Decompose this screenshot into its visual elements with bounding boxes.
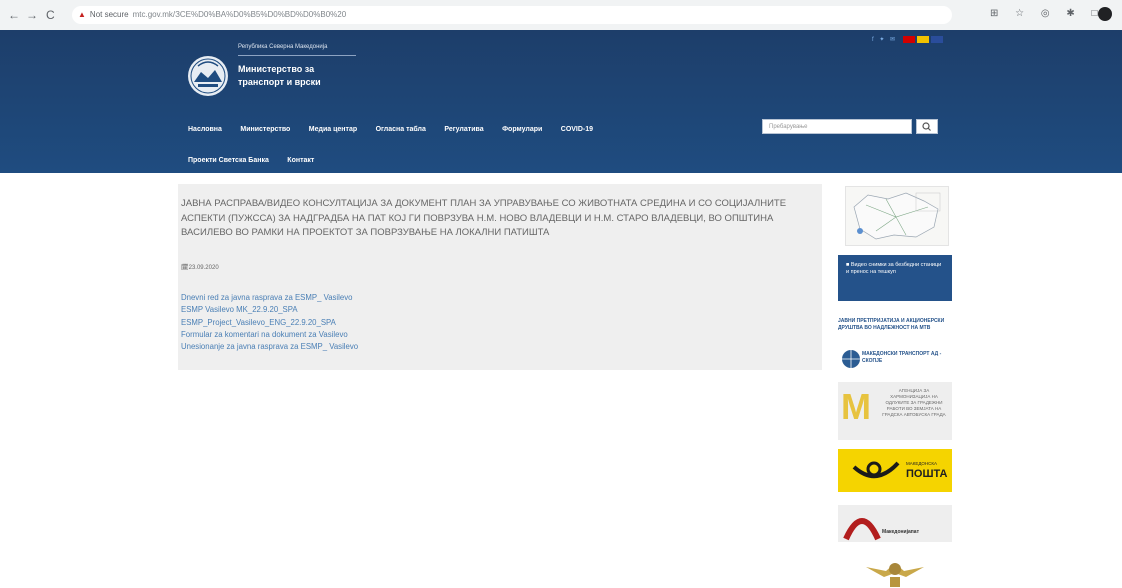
menu-item-home[interactable]: Насловна: [188, 126, 222, 133]
document-link[interactable]: ESMP Vasilevo MK_22.9.20_SPA: [181, 304, 358, 316]
coat-of-arms-icon[interactable]: [186, 52, 230, 98]
url-text: mtc.gov.mk/ЗСЕ%D0%BA%D0%B5%D0%BD%D0%B0%2…: [132, 10, 347, 19]
social-icons[interactable]: f ✦ ✉: [872, 37, 897, 43]
browser-toolbar: ← → C ▲ Not secure mtc.gov.mk/ЗСЕ%D0%BA%D0…: [0, 0, 1122, 31]
menu-item-forms[interactable]: Формулари: [502, 126, 542, 133]
document-link[interactable]: Formular za komentari na dokument za Vas…: [181, 329, 358, 341]
transport-logo[interactable]: МАКЕДОНСКИ ТРАНСПОРТ АД - СКОПЈЕ: [838, 347, 952, 371]
agency-logo[interactable]: M АГЕНЦИЈА ЗА ХАРМОНИЗАЦИЈА НА ОДЛУКИТЕ …: [838, 382, 952, 440]
document-list: Dnevni red za javna rasprava za ESMP_ Va…: [181, 292, 358, 353]
enterprises-heading: ЈАВНИ ПРЕТПРИЈАТИЈА И АКЦИОНЕРСКИ ДРУШТВ…: [838, 318, 945, 331]
search-input[interactable]: Пребарување: [762, 119, 912, 134]
warning-icon: ▲: [78, 10, 86, 19]
republic-label: Република Северна Македонија: [238, 44, 328, 50]
search-icon: [922, 122, 931, 131]
video-camera-icon: ■: [846, 262, 850, 268]
site-header: Република Северна Македонија Министерств…: [0, 30, 1122, 173]
extension-icons[interactable]: ⊞ ☆ ◎ ✱ □: [990, 8, 1105, 19]
road-map-thumbnail[interactable]: [845, 186, 949, 246]
menu-item-covid[interactable]: COVID-19: [561, 126, 593, 133]
menu-item-world-bank[interactable]: Проекти Светска Банка: [188, 157, 269, 164]
posta-small-text: МАКЕДОНСКА: [906, 461, 938, 466]
post-horn-icon: [852, 461, 900, 478]
posta-big-text: ПОШТА: [906, 468, 948, 480]
video-banner-text: Видео снимки за безбедни станици и прено…: [846, 262, 942, 275]
back-icon[interactable]: ←: [8, 8, 20, 22]
menu-item-ministry[interactable]: Министерство: [240, 126, 290, 133]
agency-letter: M: [841, 386, 871, 427]
ministry-title[interactable]: Министерство за транспорт и врски: [238, 63, 408, 89]
calendar-icon: 🗓: [181, 265, 189, 271]
search-button[interactable]: [916, 119, 938, 134]
transport-logo-text: МАКЕДОНСКИ ТРАНСПОРТ АД - СКОПЈЕ: [862, 351, 942, 364]
makpat-arch-icon: [843, 518, 881, 541]
article-date: 🗓23.09.2020: [181, 264, 219, 271]
agency-text: АГЕНЦИЈА ЗА ХАРМОНИЗАЦИЈА НА ОДЛУКИТЕ ЗА…: [882, 388, 946, 417]
globe-icon: [842, 350, 860, 368]
makpat-logo[interactable]: Македонијапат: [838, 505, 952, 542]
article-panel: ЈАВНА РАСПРАВА/ВИДЕО КОНСУЛТАЦИЈА ЗА ДОК…: [178, 184, 822, 370]
flag-mk-icon[interactable]: [902, 36, 915, 43]
menu-item-media[interactable]: Медиа центар: [309, 126, 357, 133]
document-link[interactable]: Dnevni red za javna rasprava za ESMP_ Va…: [181, 292, 358, 304]
posta-logo[interactable]: МАКЕДОНСКА ПОШТА: [838, 449, 952, 492]
makpat-text: Македонијапат: [882, 529, 920, 535]
menu-item-regulation[interactable]: Регулатива: [444, 126, 483, 133]
ministry-title-line2: транспорт и врски: [238, 77, 321, 87]
document-link[interactable]: Unesionanje za javna rasprava za ESMP_ V…: [181, 341, 358, 353]
forward-icon[interactable]: →: [26, 8, 38, 22]
article-date-text: 23.09.2020: [188, 265, 219, 271]
menu-item-contact[interactable]: Контакт: [287, 157, 314, 164]
main-menu: Насловна Министерство Медиа центар Оглас…: [188, 118, 748, 180]
profile-avatar-icon[interactable]: [1098, 7, 1112, 21]
flag-en-icon[interactable]: [930, 36, 943, 43]
address-bar[interactable]: ▲ Not secure mtc.gov.mk/ЗСЕ%D0%BA%D0%B5%D0…: [72, 6, 952, 24]
ministry-title-line1: Министерство за: [238, 64, 315, 74]
flag-al-icon[interactable]: [916, 36, 929, 43]
map-icon: [853, 192, 941, 240]
not-secure-label: Not secure: [89, 10, 129, 19]
reload-icon[interactable]: C: [46, 8, 55, 22]
article-title: ЈАВНА РАСПРАВА/ВИДЕО КОНСУЛТАЦИЈА ЗА ДОК…: [181, 198, 787, 238]
document-link[interactable]: ESMP_Project_Vasilevo_ENG_22.9.20_SPA: [181, 317, 358, 329]
video-banner[interactable]: ■ Видео снимки за безбедни станици и пре…: [838, 255, 952, 301]
menu-item-notice-board[interactable]: Огласна табла: [376, 126, 426, 133]
title-divider: [238, 55, 356, 56]
social-links[interactable]: f ✦ ✉: [872, 36, 943, 43]
aviation-emblem-icon[interactable]: [864, 553, 926, 588]
